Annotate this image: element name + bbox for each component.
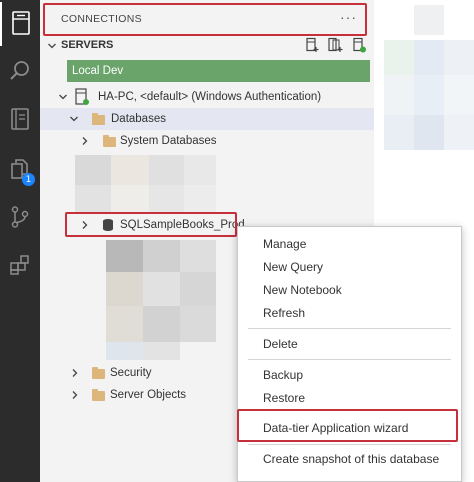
server-connected-icon — [74, 88, 90, 109]
menu-item-new-query[interactable]: New Query — [238, 256, 461, 278]
blurred-pixel — [414, 5, 444, 35]
context-menu: Manage New Query New Notebook Refresh De… — [237, 226, 462, 482]
connections-view-button[interactable] — [0, 2, 40, 46]
notebooks-view-button[interactable] — [0, 98, 40, 142]
folder-icon — [103, 135, 116, 147]
blurred-pixel — [111, 185, 149, 213]
tree-row-server[interactable]: HA-PC, <default> (Windows Authentication… — [40, 86, 374, 108]
folder-icon — [92, 367, 105, 379]
tree-row-database[interactable]: SQLSampleBooks_Prod — [40, 214, 245, 236]
menu-item-restore[interactable]: Restore — [238, 387, 461, 409]
server-icon — [10, 10, 32, 38]
explorer-view-button[interactable]: 1 — [0, 148, 40, 192]
chevron-right-icon — [79, 219, 91, 231]
menu-separator — [248, 328, 451, 329]
tree-row-security[interactable]: Security — [40, 362, 236, 384]
menu-separator — [248, 359, 451, 360]
menu-item-backup[interactable]: Backup — [238, 364, 461, 386]
new-server-group-icon[interactable] — [327, 37, 343, 53]
tree-row-system-databases[interactable]: System Databases — [40, 130, 374, 152]
blurred-pixel — [444, 75, 474, 115]
blurred-pixel — [184, 185, 216, 213]
notification-badge: 1 — [22, 173, 35, 186]
blurred-pixel — [149, 185, 184, 213]
blurred-pixel — [180, 240, 216, 272]
blurred-pixel — [414, 115, 444, 150]
system-databases-label: System Databases — [120, 135, 217, 147]
blurred-pixel — [143, 272, 180, 306]
chevron-down-icon — [46, 40, 58, 52]
chevron-down-icon — [68, 113, 80, 125]
tree-row-server-objects[interactable]: Server Objects — [40, 384, 236, 406]
blurred-pixel — [143, 306, 180, 342]
menu-item-create-snapshot[interactable]: Create snapshot of this database — [238, 448, 461, 470]
server-group-local-dev[interactable]: Local Dev — [67, 60, 370, 82]
connections-header: CONNECTIONS ··· — [43, 3, 367, 35]
blurred-pixel — [180, 306, 216, 342]
blurred-pixel — [106, 240, 143, 272]
blurred-pixel — [111, 155, 149, 185]
menu-item-data-tier-wizard[interactable]: Data-tier Application wizard — [238, 417, 461, 439]
search-view-button[interactable] — [0, 50, 40, 94]
blurred-pixel — [149, 155, 184, 185]
menu-item-delete[interactable]: Delete — [238, 333, 461, 355]
blurred-pixel — [106, 342, 143, 360]
notebook-icon — [9, 107, 31, 134]
menu-item-manage[interactable]: Manage — [238, 233, 461, 255]
server-label: HA-PC, <default> (Windows Authentication… — [98, 91, 322, 103]
activity-bar: 1 — [0, 0, 40, 482]
search-icon — [8, 59, 32, 86]
active-connections-icon[interactable] — [351, 37, 367, 53]
database-label: SQLSampleBooks_Prod — [120, 219, 245, 231]
chevron-right-icon — [79, 135, 91, 147]
extensions-view-button[interactable] — [0, 244, 40, 288]
tree-row-databases[interactable]: Databases — [40, 108, 374, 130]
blurred-pixel — [106, 272, 143, 306]
blurred-pixel — [414, 75, 444, 115]
blurred-pixel — [180, 272, 216, 306]
new-connection-icon[interactable] — [304, 37, 320, 53]
servers-title: SERVERS — [61, 39, 114, 51]
chevron-right-icon — [69, 389, 81, 401]
server-objects-label: Server Objects — [110, 389, 187, 401]
folder-icon — [92, 389, 105, 401]
menu-separator — [248, 444, 451, 445]
database-icon — [102, 218, 114, 235]
menu-item-refresh[interactable]: Refresh — [238, 302, 461, 324]
blurred-pixel — [184, 155, 216, 185]
blurred-pixel — [444, 115, 474, 150]
source-control-icon — [9, 205, 31, 232]
security-label: Security — [110, 367, 152, 379]
source-control-view-button[interactable] — [0, 196, 40, 240]
blurred-pixel — [384, 75, 414, 115]
blurred-pixel — [384, 40, 414, 75]
blurred-pixel — [75, 155, 111, 185]
blurred-pixel — [143, 342, 180, 360]
blurred-pixel — [106, 306, 143, 342]
more-actions-button[interactable]: ··· — [340, 9, 357, 25]
blurred-pixel — [444, 40, 474, 75]
blurred-pixel — [414, 40, 444, 75]
menu-item-new-notebook[interactable]: New Notebook — [238, 279, 461, 301]
connections-title: CONNECTIONS — [61, 13, 142, 25]
chevron-down-icon — [57, 91, 69, 103]
databases-label: Databases — [111, 113, 166, 125]
chevron-right-icon — [69, 367, 81, 379]
blurred-pixel — [75, 185, 111, 213]
extensions-icon — [8, 253, 32, 280]
folder-icon — [92, 113, 105, 125]
blurred-pixel — [143, 240, 180, 272]
servers-section-header[interactable]: SERVERS — [40, 36, 374, 56]
blurred-pixel — [384, 115, 414, 150]
